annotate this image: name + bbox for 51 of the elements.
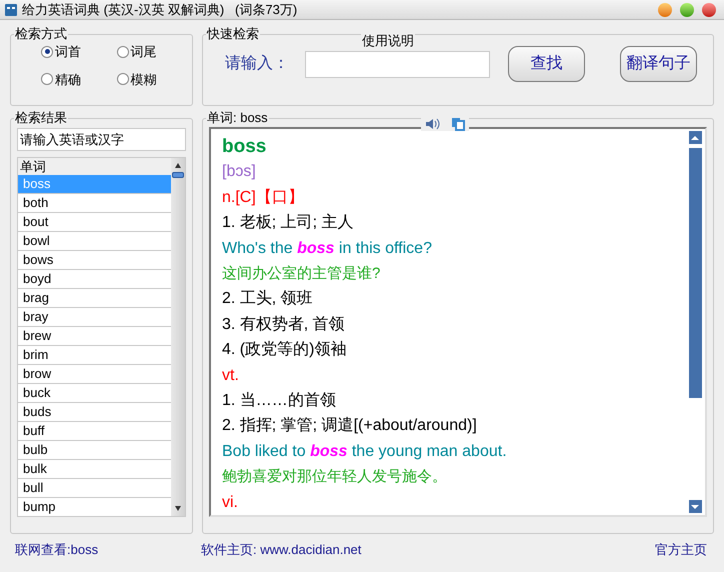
homepage-link[interactable]: 软件主页: www.dacidian.net	[201, 540, 362, 560]
radio-option[interactable]: 词首	[41, 42, 116, 62]
definition-line: vi.	[222, 492, 239, 513]
definition-line: 这间办公室的主管是谁?	[222, 264, 382, 284]
official-link[interactable]: 官方主页	[655, 540, 709, 560]
translate-button[interactable]: 翻译句子	[620, 46, 697, 82]
minimize-button[interactable]	[658, 2, 672, 16]
radio-button[interactable]	[116, 73, 128, 86]
window-title: 给力英语词典 (英汉-汉英 双解词典) (词条73万)	[22, 0, 298, 19]
definition-line: [bɔs]	[222, 162, 257, 182]
radio-option[interactable]: 词尾	[116, 42, 192, 62]
definition-line: 2. 工头, 领班	[222, 288, 314, 310]
column-header[interactable]: 单词	[18, 158, 171, 175]
definition-line: vt.	[222, 366, 240, 386]
definition-line: 1. 老板; 上司; 主人	[222, 212, 355, 234]
definition-line: 4. (政党等的)领袖	[222, 340, 348, 360]
definition-line: 2. 指挥; 掌管; 调遣[(+about/around)]	[222, 416, 478, 436]
radio-button[interactable]	[41, 73, 53, 86]
help-link[interactable]: 使用说明	[361, 33, 415, 49]
radio-option[interactable]: 模糊	[116, 70, 192, 89]
maximize-button[interactable]	[680, 2, 694, 16]
speaker-icon[interactable]	[425, 117, 441, 131]
find-button[interactable]: 查找	[508, 46, 585, 82]
copy-icon[interactable]	[451, 117, 465, 131]
scroll-thumb[interactable]	[172, 172, 184, 178]
scroll-thumb[interactable]	[688, 148, 702, 398]
definition-line: boss	[222, 135, 268, 159]
definition-line: 1. 当……的首领	[222, 391, 337, 412]
radio-option[interactable]: 精确	[41, 70, 116, 89]
group-title: 单词: boss	[206, 110, 269, 126]
search-field[interactable]	[305, 50, 490, 78]
radio-button[interactable]	[116, 46, 128, 58]
input-label: 请输入：	[225, 54, 290, 74]
group-title: 快速检索	[206, 26, 260, 42]
definition-line: n.[C]【口】	[222, 188, 305, 208]
close-button[interactable]	[702, 2, 716, 16]
scroll-down-icon[interactable]	[688, 500, 702, 513]
group-title: 检索结果	[14, 110, 68, 126]
scrollbar[interactable]	[171, 158, 185, 516]
scroll-up-icon[interactable]	[688, 131, 702, 144]
filter-field[interactable]: 请输入英语或汉字	[17, 128, 186, 151]
definition-line: Who's the boss in this office?	[222, 238, 433, 259]
book-icon	[4, 2, 18, 16]
scrollbar[interactable]	[688, 129, 702, 515]
radio-button[interactable]	[41, 46, 53, 58]
scroll-down-icon[interactable]	[175, 506, 181, 511]
group-title: 检索方式	[14, 26, 68, 42]
definition-line: Bob liked to boss the young man about.	[222, 442, 508, 462]
definition-line: 鲍勃喜爱对那位年轻人发号施令。	[222, 467, 448, 488]
definition-line: 3. 有权势者, 首领	[222, 314, 346, 335]
online-link[interactable]: 联网查看:boss	[15, 540, 201, 560]
